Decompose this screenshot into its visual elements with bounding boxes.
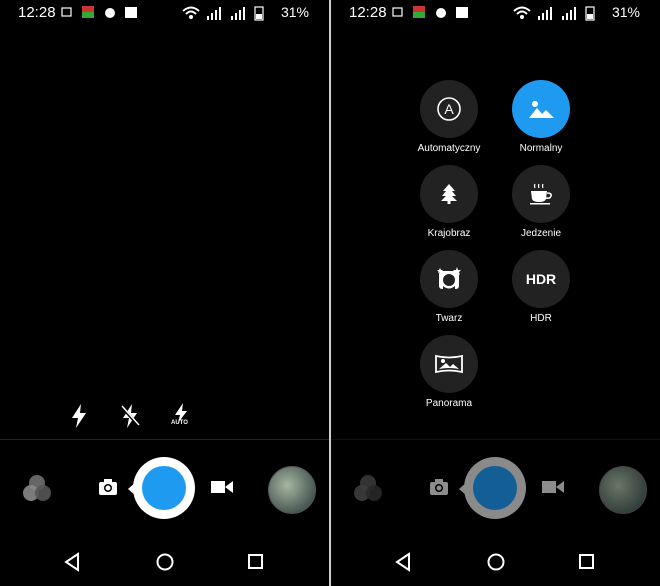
- coffee-cup-icon: [530, 183, 552, 205]
- battery-percent: 31%: [611, 4, 640, 20]
- flash-auto-label: AUTO: [171, 420, 188, 426]
- shutter-pointer: [128, 482, 136, 496]
- tree-icon: [441, 184, 457, 204]
- video-mode-icon[interactable]: [210, 479, 234, 495]
- nav-back-icon[interactable]: [63, 552, 81, 572]
- battery-percent: 31%: [280, 4, 309, 20]
- nav-home-icon[interactable]: [155, 552, 175, 572]
- camera-screen-flash: 12:28 31% AUTO: [0, 0, 329, 586]
- mode-jedzenie[interactable]: Jedzenie: [481, 165, 601, 239]
- signal-icons: [182, 6, 264, 21]
- filters-icon[interactable]: [351, 472, 385, 504]
- shutter-inner: [473, 466, 517, 510]
- gallery-thumbnail[interactable]: [268, 466, 316, 514]
- mode-normalny[interactable]: Normalny: [481, 80, 601, 154]
- flash-off-icon[interactable]: [119, 402, 141, 430]
- camera-screen-scene-modes: 12:28 31% A Automatyczny Normalny Krajob…: [331, 0, 660, 586]
- status-time: 12:28: [349, 4, 387, 21]
- mode-circle: [420, 335, 478, 393]
- mode-label: Jedzenie: [520, 228, 562, 239]
- mode-hdr[interactable]: HDR HDR: [481, 250, 601, 324]
- mode-circle: [420, 165, 478, 223]
- photo-mode-icon[interactable]: [98, 478, 118, 496]
- shutter-inner: [142, 466, 186, 510]
- shutter-button[interactable]: [464, 457, 526, 519]
- mode-circle: [420, 250, 478, 308]
- face-icon: [437, 267, 461, 289]
- video-mode-icon[interactable]: [541, 479, 565, 495]
- nav-recents-icon[interactable]: [578, 552, 596, 572]
- flash-auto-button[interactable]: AUTO: [168, 402, 194, 432]
- mode-circle-selected: [512, 80, 570, 138]
- shutter-pointer: [459, 482, 467, 496]
- mode-circle: HDR: [512, 250, 570, 308]
- mode-label: Panorama: [425, 398, 473, 409]
- control-separator: [331, 439, 660, 440]
- nav-recents-icon[interactable]: [247, 552, 265, 572]
- svg-text:A: A: [444, 101, 454, 117]
- status-bar: 12:28 31%: [0, 0, 329, 24]
- gallery-thumbnail[interactable]: [599, 466, 647, 514]
- nav-home-icon[interactable]: [486, 552, 506, 572]
- nav-back-icon[interactable]: [394, 552, 412, 572]
- status-bar: 12:28 31%: [331, 0, 660, 24]
- mode-label: Normalny: [519, 143, 563, 154]
- signal-icons: [513, 6, 595, 21]
- mode-label: HDR: [530, 313, 552, 324]
- mode-panorama[interactable]: Panorama: [389, 335, 509, 409]
- flash-on-icon[interactable]: [68, 402, 90, 430]
- notification-icons: [392, 6, 468, 18]
- shutter-button[interactable]: [133, 457, 195, 519]
- status-time: 12:28: [18, 4, 56, 21]
- landscape-photo-icon: [529, 101, 554, 118]
- auto-a-icon: A: [437, 97, 461, 121]
- mode-circle: [512, 165, 570, 223]
- notification-icons: [61, 6, 137, 18]
- photo-mode-icon[interactable]: [429, 478, 449, 496]
- mode-circle: A: [420, 80, 478, 138]
- hdr-icon: HDR: [525, 271, 557, 287]
- control-separator: [0, 439, 329, 440]
- filters-icon[interactable]: [20, 472, 54, 504]
- panorama-icon: [435, 354, 463, 374]
